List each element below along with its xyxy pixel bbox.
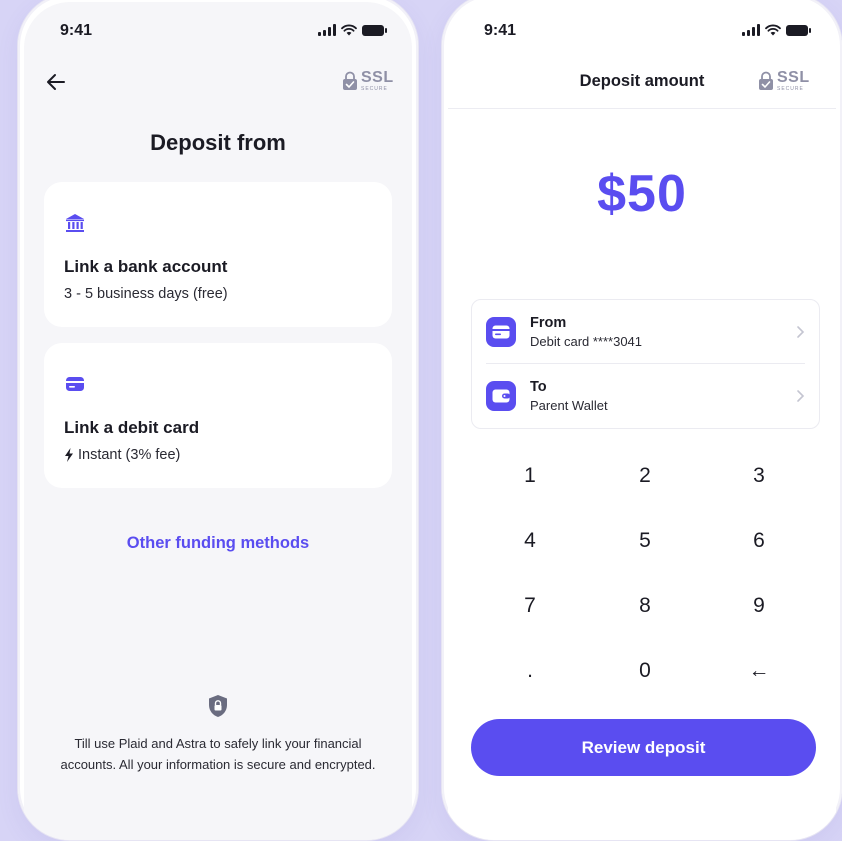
signal-icon xyxy=(318,24,336,36)
from-row[interactable]: From Debit card ****3041 xyxy=(486,300,805,364)
ssl-sublabel: SECURE xyxy=(777,86,804,92)
key-0[interactable]: 0 xyxy=(615,659,675,683)
ssl-label: SSL xyxy=(777,69,810,86)
status-bar: 9:41 xyxy=(448,22,836,46)
battery-icon xyxy=(786,24,811,36)
right-phone: 9:41 Deposit amount SSL SECURE $50 From … xyxy=(442,0,842,840)
key-5[interactable]: 5 xyxy=(615,529,675,553)
from-value: Debit card ****3041 xyxy=(530,333,643,349)
page-title: Deposit from xyxy=(150,130,286,155)
debit-card-title: Link a debit card xyxy=(64,418,200,437)
key-8[interactable]: 8 xyxy=(615,594,675,618)
debit-card-icon xyxy=(492,325,510,338)
other-funding-methods-link[interactable]: Other funding methods xyxy=(24,534,412,553)
to-wallet-tile xyxy=(486,381,516,411)
padlock-icon xyxy=(343,71,357,90)
ssl-label: SSL xyxy=(361,69,394,86)
key-backspace[interactable]: ← xyxy=(729,659,789,683)
wallet-icon xyxy=(492,389,510,403)
shield-lock-icon xyxy=(209,695,227,717)
status-time: 9:41 xyxy=(60,22,93,39)
ssl-secure-badge: SSL SECURE xyxy=(342,70,394,92)
deposit-amount-screen: 9:41 Deposit amount SSL SECURE $50 From … xyxy=(448,2,836,840)
chevron-right-icon xyxy=(797,390,805,402)
key-4[interactable]: 4 xyxy=(500,529,560,553)
debit-card-subtitle-row: Instant (3% fee) xyxy=(64,447,372,463)
to-value: Parent Wallet xyxy=(530,398,608,413)
key-3[interactable]: 3 xyxy=(729,464,789,488)
bank-card-subtitle: 3 - 5 business days (free) xyxy=(64,286,228,302)
ssl-sublabel: SECURE xyxy=(361,86,388,92)
key-9[interactable]: 9 xyxy=(729,594,789,618)
lightning-icon xyxy=(65,448,73,462)
deposit-from-screen: 9:41 SSL SECURE Deposit from Link a bank… xyxy=(24,2,412,840)
status-bar: 9:41 xyxy=(24,22,412,46)
key-2[interactable]: 2 xyxy=(615,464,675,488)
to-label: To xyxy=(530,379,547,395)
bank-icon xyxy=(66,214,84,232)
link-bank-account-card[interactable]: Link a bank account 3 - 5 business days … xyxy=(44,182,392,327)
chevron-right-icon xyxy=(797,325,805,338)
wifi-icon xyxy=(765,24,781,36)
ssl-secure-badge: SSL SECURE xyxy=(758,70,810,92)
status-icons xyxy=(318,24,387,36)
wifi-icon xyxy=(341,24,357,36)
back-arrow-icon[interactable] xyxy=(44,70,68,94)
left-phone: 9:41 SSL SECURE Deposit from Link a bank… xyxy=(18,0,418,840)
bank-card-title: Link a bank account xyxy=(64,257,228,276)
debit-card-icon xyxy=(66,377,84,391)
to-row[interactable]: To Parent Wallet xyxy=(486,364,805,428)
key-6[interactable]: 6 xyxy=(729,529,789,553)
link-debit-card-card[interactable]: Link a debit card Instant (3% fee) xyxy=(44,343,392,488)
deposit-amount: $50 xyxy=(597,165,687,223)
debit-card-subtitle: Instant (3% fee) xyxy=(78,447,181,463)
key-decimal[interactable]: . xyxy=(500,659,560,683)
review-deposit-button[interactable]: Review deposit xyxy=(471,719,816,776)
signal-icon xyxy=(742,24,760,36)
header-divider xyxy=(448,108,836,109)
status-icons xyxy=(742,24,811,36)
security-disclaimer: Till use Plaid and Astra to safely link … xyxy=(60,736,376,772)
battery-icon xyxy=(362,24,387,36)
from-card-tile xyxy=(486,316,516,347)
padlock-icon xyxy=(759,71,773,90)
from-label: From xyxy=(530,314,567,331)
key-7[interactable]: 7 xyxy=(500,594,560,618)
status-time: 9:41 xyxy=(484,22,517,39)
key-1[interactable]: 1 xyxy=(500,464,560,488)
transfer-details: From Debit card ****3041 To Parent Walle… xyxy=(471,299,820,429)
